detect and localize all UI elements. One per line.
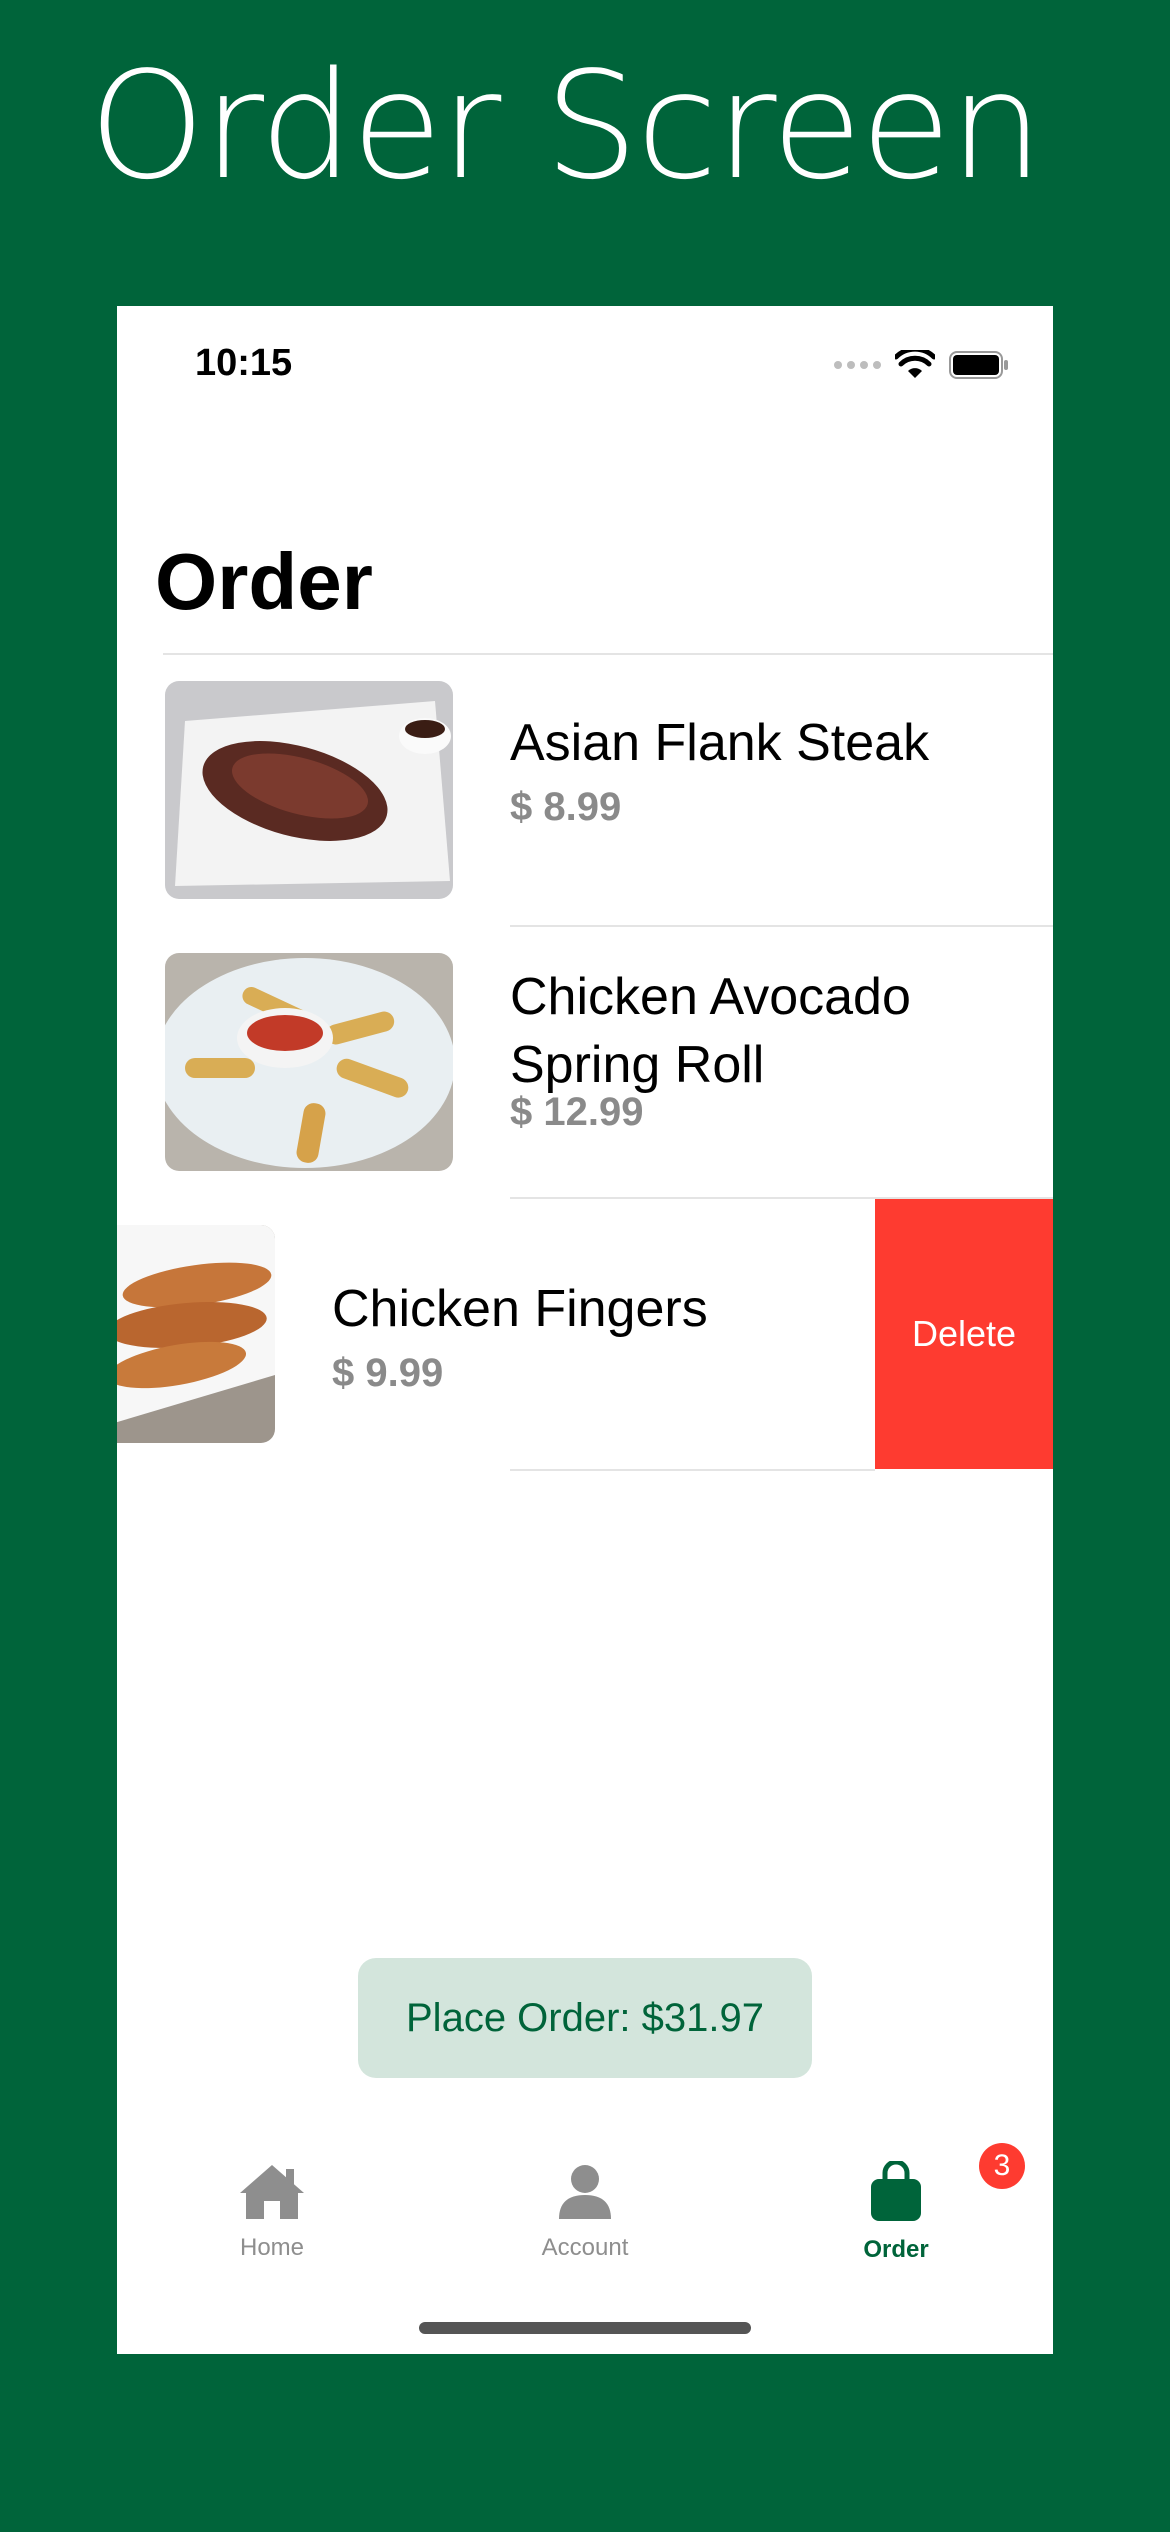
item-image: [165, 953, 453, 1171]
cellular-signal-icon: [834, 361, 881, 369]
item-name: Chicken Fingers: [332, 1280, 708, 1338]
status-time: 10:15: [195, 342, 293, 384]
item-image: [117, 1225, 275, 1443]
tab-order[interactable]: 3 Order: [796, 2143, 1025, 2264]
person-icon: [559, 2165, 611, 2219]
item-name-line-1: Chicken Avocado: [510, 968, 911, 1026]
cart-count-badge: 3: [979, 2143, 1025, 2189]
item-price: $ 8.99: [510, 785, 622, 829]
delete-button[interactable]: Delete: [875, 1199, 1053, 1469]
place-order-button[interactable]: Place Order: $31.97: [358, 1958, 812, 2078]
bag-icon: [871, 2159, 921, 2221]
tab-label: Home: [239, 2234, 305, 2261]
wifi-icon: [895, 350, 935, 378]
item-price: $ 9.99: [332, 1351, 444, 1395]
tab-label: Account: [541, 2234, 629, 2261]
tab-label: Order: [863, 2236, 929, 2263]
phone-screen: 10:15 Order Asian Flank Steak $ 8.99 Chi…: [117, 306, 1053, 2354]
item-name-line-2: Spring Roll: [510, 1036, 765, 1094]
status-icons: [834, 350, 1009, 380]
battery-icon: [949, 351, 1008, 379]
item-image: [165, 681, 453, 899]
tab-account[interactable]: Account: [485, 2161, 685, 2262]
order-item-row[interactable]: Asian Flank Steak $ 8.99: [117, 655, 1053, 927]
item-name: Asian Flank Steak: [510, 714, 930, 772]
promo-title: Order Screen: [88, 40, 1043, 212]
order-item-row-swiped[interactable]: Chicken Fingers $ 9.99 Delete: [117, 1199, 1053, 1471]
page-title: Order: [155, 537, 373, 626]
house-icon: [240, 2165, 304, 2219]
home-indicator[interactable]: [419, 2322, 751, 2334]
row-divider: [510, 1469, 875, 1471]
order-item-row[interactable]: Chicken Avocado Spring Roll $ 12.99: [117, 927, 1053, 1199]
item-price: $ 12.99: [510, 1090, 644, 1134]
tab-home[interactable]: Home: [172, 2161, 372, 2262]
